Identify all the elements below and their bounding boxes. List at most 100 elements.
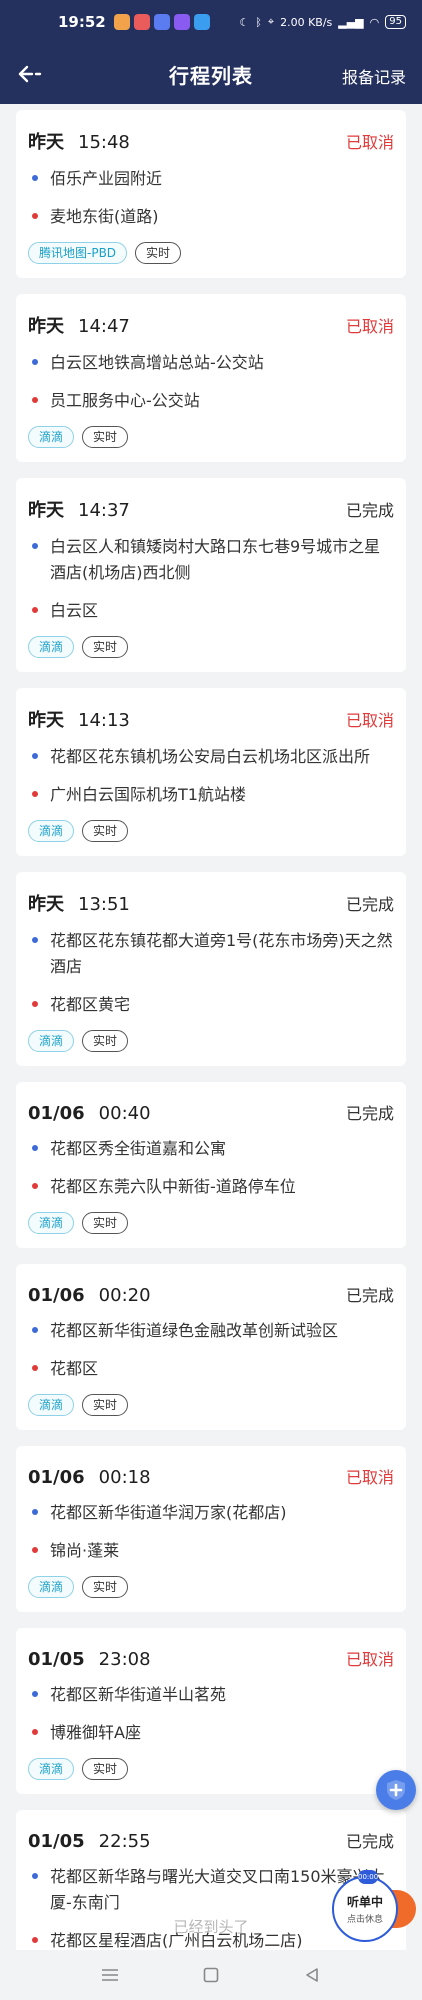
source-tag: 腾讯地图-PBD bbox=[28, 242, 128, 264]
trip-status: 已完成 bbox=[345, 1286, 394, 1305]
trip-tags: 滴滴 实时 bbox=[28, 820, 394, 842]
start-address: 白云区地铁高增站总站-公交站 bbox=[50, 353, 264, 372]
start-address-row: 花都区新华街道华润万家(花都店) bbox=[28, 1500, 394, 1526]
moon-icon: ☾ bbox=[239, 15, 250, 29]
trip-header: 01/05 22:55 已完成 bbox=[28, 1828, 394, 1852]
back-button[interactable] bbox=[14, 58, 46, 90]
trip-card[interactable]: 01/05 23:08 已取消 花都区新华街道半山茗苑 博雅御轩A座 滴滴 实时 bbox=[16, 1628, 406, 1794]
status-time: 19:52 bbox=[58, 13, 106, 31]
back-system-button[interactable] bbox=[298, 1961, 326, 1989]
home-square-icon bbox=[203, 1967, 219, 1983]
mode-tag: 实时 bbox=[82, 1030, 129, 1052]
end-address: 员工服务中心-公交站 bbox=[50, 391, 200, 410]
app-notification-icon bbox=[153, 14, 170, 30]
end-address-row: 花都区 bbox=[28, 1356, 394, 1382]
menu-icon bbox=[102, 1969, 119, 1981]
mode-tag: 实时 bbox=[82, 820, 129, 842]
end-dot-icon bbox=[32, 791, 38, 797]
listening-widget[interactable]: 00:00 听单中 点击休息 bbox=[332, 1870, 416, 1942]
trip-header: 昨天 15:48 已取消 bbox=[28, 128, 394, 154]
listen-status-button[interactable]: 00:00 听单中 点击休息 bbox=[332, 1870, 398, 1942]
menu-button[interactable] bbox=[96, 1961, 124, 1989]
trip-card[interactable]: 昨天 13:51 已完成 花都区花东镇花都大道旁1号(花东市场旁)天之然酒店 花… bbox=[16, 872, 406, 1066]
source-tag: 滴滴 bbox=[28, 1758, 75, 1780]
trip-card[interactable]: 01/06 00:20 已完成 花都区新华街道绿色金融改革创新试验区 花都区 滴… bbox=[16, 1264, 406, 1430]
start-address-row: 花都区花东镇机场公安局白云机场北区派出所 bbox=[28, 744, 394, 770]
app-notification-icon bbox=[193, 14, 210, 30]
end-dot-icon bbox=[32, 213, 38, 219]
trip-card[interactable]: 01/06 00:40 已完成 花都区秀全街道嘉和公寓 花都区东莞六队中新街-道… bbox=[16, 1082, 406, 1248]
start-address-row: 花都区花东镇花都大道旁1号(花东市场旁)天之然酒店 bbox=[28, 928, 394, 980]
start-dot-icon bbox=[32, 175, 38, 181]
trip-date: 01/06 bbox=[28, 1467, 85, 1488]
trip-status: 已完成 bbox=[345, 501, 394, 520]
start-address: 花都区花东镇机场公安局白云机场北区派出所 bbox=[50, 747, 371, 766]
mode-tag: 实时 bbox=[82, 1212, 129, 1234]
start-dot-icon bbox=[32, 937, 38, 943]
trip-header: 昨天 14:13 已取消 bbox=[28, 706, 394, 732]
trip-card[interactable]: 昨天 15:48 已取消 佰乐产业园附近 麦地东街(道路) 腾讯地图-PBD 实… bbox=[16, 110, 406, 278]
listen-badge: 00:00 bbox=[358, 1870, 378, 1884]
app-notification-icon bbox=[113, 14, 130, 30]
source-tag: 滴滴 bbox=[28, 636, 75, 658]
start-dot-icon bbox=[32, 1145, 38, 1151]
listen-sub-label: 点击休息 bbox=[346, 1915, 383, 1925]
trip-time: 00:18 bbox=[98, 1467, 151, 1488]
start-dot-icon bbox=[32, 753, 38, 759]
add-report-button[interactable] bbox=[376, 1770, 416, 1810]
trip-tags: 腾讯地图-PBD 实时 bbox=[28, 242, 394, 264]
trip-date: 昨天 bbox=[28, 132, 64, 153]
source-tag: 滴滴 bbox=[28, 820, 75, 842]
end-dot-icon bbox=[32, 1937, 38, 1943]
plus-shield-icon bbox=[387, 1780, 405, 1800]
end-address: 麦地东街(道路) bbox=[50, 207, 159, 226]
source-tag: 滴滴 bbox=[28, 1576, 75, 1598]
end-address-row: 广州白云国际机场T1航站楼 bbox=[28, 782, 394, 808]
wifi-icon: ◠ bbox=[369, 15, 380, 29]
trip-card[interactable]: 昨天 14:37 已完成 白云区人和镇矮岗村大路口东七巷9号城市之星酒店(机场店… bbox=[16, 478, 406, 672]
status-bar: 19:52 ☾ ᛒ ⌖ 2.00 KB/s ▂▄▆ ◠ 95 bbox=[0, 0, 422, 44]
end-dot-icon bbox=[32, 1729, 38, 1735]
trip-tags: 滴滴 实时 bbox=[28, 1576, 394, 1598]
trip-card[interactable]: 昨天 14:47 已取消 白云区地铁高增站总站-公交站 员工服务中心-公交站 滴… bbox=[16, 294, 406, 462]
end-address: 花都区黄宅 bbox=[50, 995, 131, 1014]
trip-tags: 滴滴 实时 bbox=[28, 636, 394, 658]
mode-tag: 实时 bbox=[135, 242, 182, 264]
trip-time: 23:08 bbox=[98, 1649, 151, 1670]
bluetooth-icon: ᛒ bbox=[255, 15, 262, 29]
end-address-row: 白云区 bbox=[28, 598, 394, 624]
end-address-row: 花都区东莞六队中新街-道路停车位 bbox=[28, 1174, 394, 1200]
trip-time: 22:55 bbox=[98, 1831, 151, 1852]
app-notification-icon bbox=[173, 14, 190, 30]
trip-status: 已完成 bbox=[345, 1832, 394, 1851]
status-indicators: ☾ ᛒ ⌖ 2.00 KB/s ▂▄▆ ◠ 95 bbox=[239, 15, 406, 29]
source-tag: 滴滴 bbox=[28, 1212, 75, 1234]
start-address: 花都区新华街道半山茗苑 bbox=[50, 1685, 227, 1704]
trip-time: 14:37 bbox=[78, 500, 130, 521]
back-triangle-icon bbox=[305, 1968, 318, 1982]
start-dot-icon bbox=[32, 543, 38, 549]
trip-card[interactable]: 昨天 14:13 已取消 花都区花东镇机场公安局白云机场北区派出所 广州白云国际… bbox=[16, 688, 406, 856]
end-address: 花都区 bbox=[50, 1359, 99, 1378]
start-dot-icon bbox=[32, 1327, 38, 1333]
start-address: 花都区花东镇花都大道旁1号(花东市场旁)天之然酒店 bbox=[50, 931, 393, 976]
trip-card[interactable]: 01/06 00:18 已取消 花都区新华街道华润万家(花都店) 锦尚·蓬莱 滴… bbox=[16, 1446, 406, 1612]
trip-time: 00:20 bbox=[98, 1285, 151, 1306]
trip-header: 昨天 13:51 已完成 bbox=[28, 890, 394, 916]
start-address-row: 白云区地铁高增站总站-公交站 bbox=[28, 350, 394, 376]
end-address-row: 花都区黄宅 bbox=[28, 992, 394, 1018]
mode-tag: 实时 bbox=[82, 1394, 129, 1416]
report-records-link[interactable]: 报备记录 bbox=[342, 64, 406, 88]
trip-tags: 滴滴 实时 bbox=[28, 426, 394, 448]
trip-date: 昨天 bbox=[28, 894, 64, 915]
home-button[interactable] bbox=[197, 1961, 225, 1989]
nav-bar: 行程列表 报备记录 bbox=[0, 44, 422, 104]
end-dot-icon bbox=[32, 1001, 38, 1007]
trip-date: 01/05 bbox=[28, 1649, 85, 1670]
end-address: 博雅御轩A座 bbox=[50, 1723, 141, 1742]
start-address-row: 花都区新华街道绿色金融改革创新试验区 bbox=[28, 1318, 394, 1344]
trip-status: 已取消 bbox=[345, 711, 394, 730]
end-dot-icon bbox=[32, 1183, 38, 1189]
end-address-row: 麦地东街(道路) bbox=[28, 204, 394, 230]
end-address: 广州白云国际机场T1航站楼 bbox=[50, 785, 246, 804]
